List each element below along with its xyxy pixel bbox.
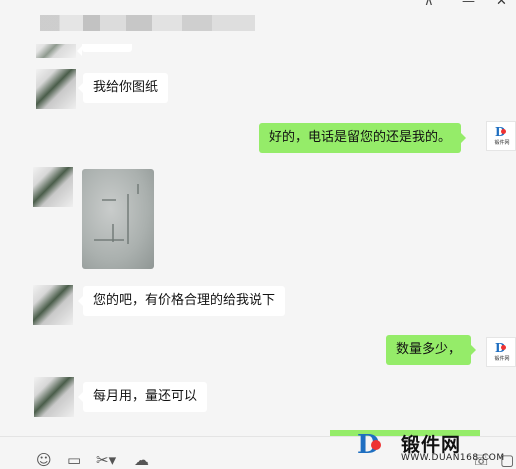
emoji-icon[interactable]: ☺ <box>36 451 52 469</box>
watermark: D 锻件网 WWW.DUAN168.COM <box>357 428 507 468</box>
message-bubble-own[interactable]: 数量多少， <box>386 335 477 365</box>
watermark-url: WWW.DUAN168.COM <box>401 453 505 463</box>
pin-icon[interactable]: ⊼ <box>424 0 434 9</box>
logo-icon: D <box>495 125 507 139</box>
avatar[interactable] <box>33 285 73 325</box>
folder-icon[interactable]: ▭ <box>67 451 81 469</box>
message-bubble[interactable]: 我给你图纸 <box>77 73 169 103</box>
message-bubble[interactable]: 您的吧，有价格合理的给我说下 <box>77 286 286 316</box>
chat-history-icon[interactable]: ☁ <box>134 451 149 469</box>
title-bar: ⊼ — ✕ <box>0 0 516 44</box>
watermark-logo-icon: D <box>357 430 381 460</box>
contact-name-blurred <box>40 15 255 31</box>
logo-text: 锻件网 <box>494 356 510 362</box>
screenshot-icon[interactable]: ✂▾ <box>96 451 116 469</box>
minimize-icon[interactable]: — <box>462 0 475 9</box>
logo-icon: D <box>495 341 507 355</box>
image-message[interactable] <box>82 169 154 269</box>
avatar-own[interactable]: D 锻件网 <box>486 121 516 151</box>
message-bubble-own[interactable]: 好的，电话是留您的还是我的。 <box>259 123 467 153</box>
avatar[interactable] <box>36 44 76 58</box>
message-bubble-partial <box>77 44 132 56</box>
avatar[interactable] <box>34 377 74 417</box>
chat-area[interactable]: 我给你图纸 好的，电话是留您的还是我的。 D 锻件网 您的吧，有价格合理的给我说… <box>0 44 516 436</box>
message-bubble[interactable]: 每月用，量还可以 <box>77 382 208 412</box>
avatar[interactable] <box>36 69 76 109</box>
avatar[interactable] <box>33 167 73 207</box>
close-icon[interactable]: ✕ <box>496 0 507 9</box>
logo-text: 锻件网 <box>494 140 510 146</box>
avatar-own[interactable]: D 锻件网 <box>486 337 516 367</box>
